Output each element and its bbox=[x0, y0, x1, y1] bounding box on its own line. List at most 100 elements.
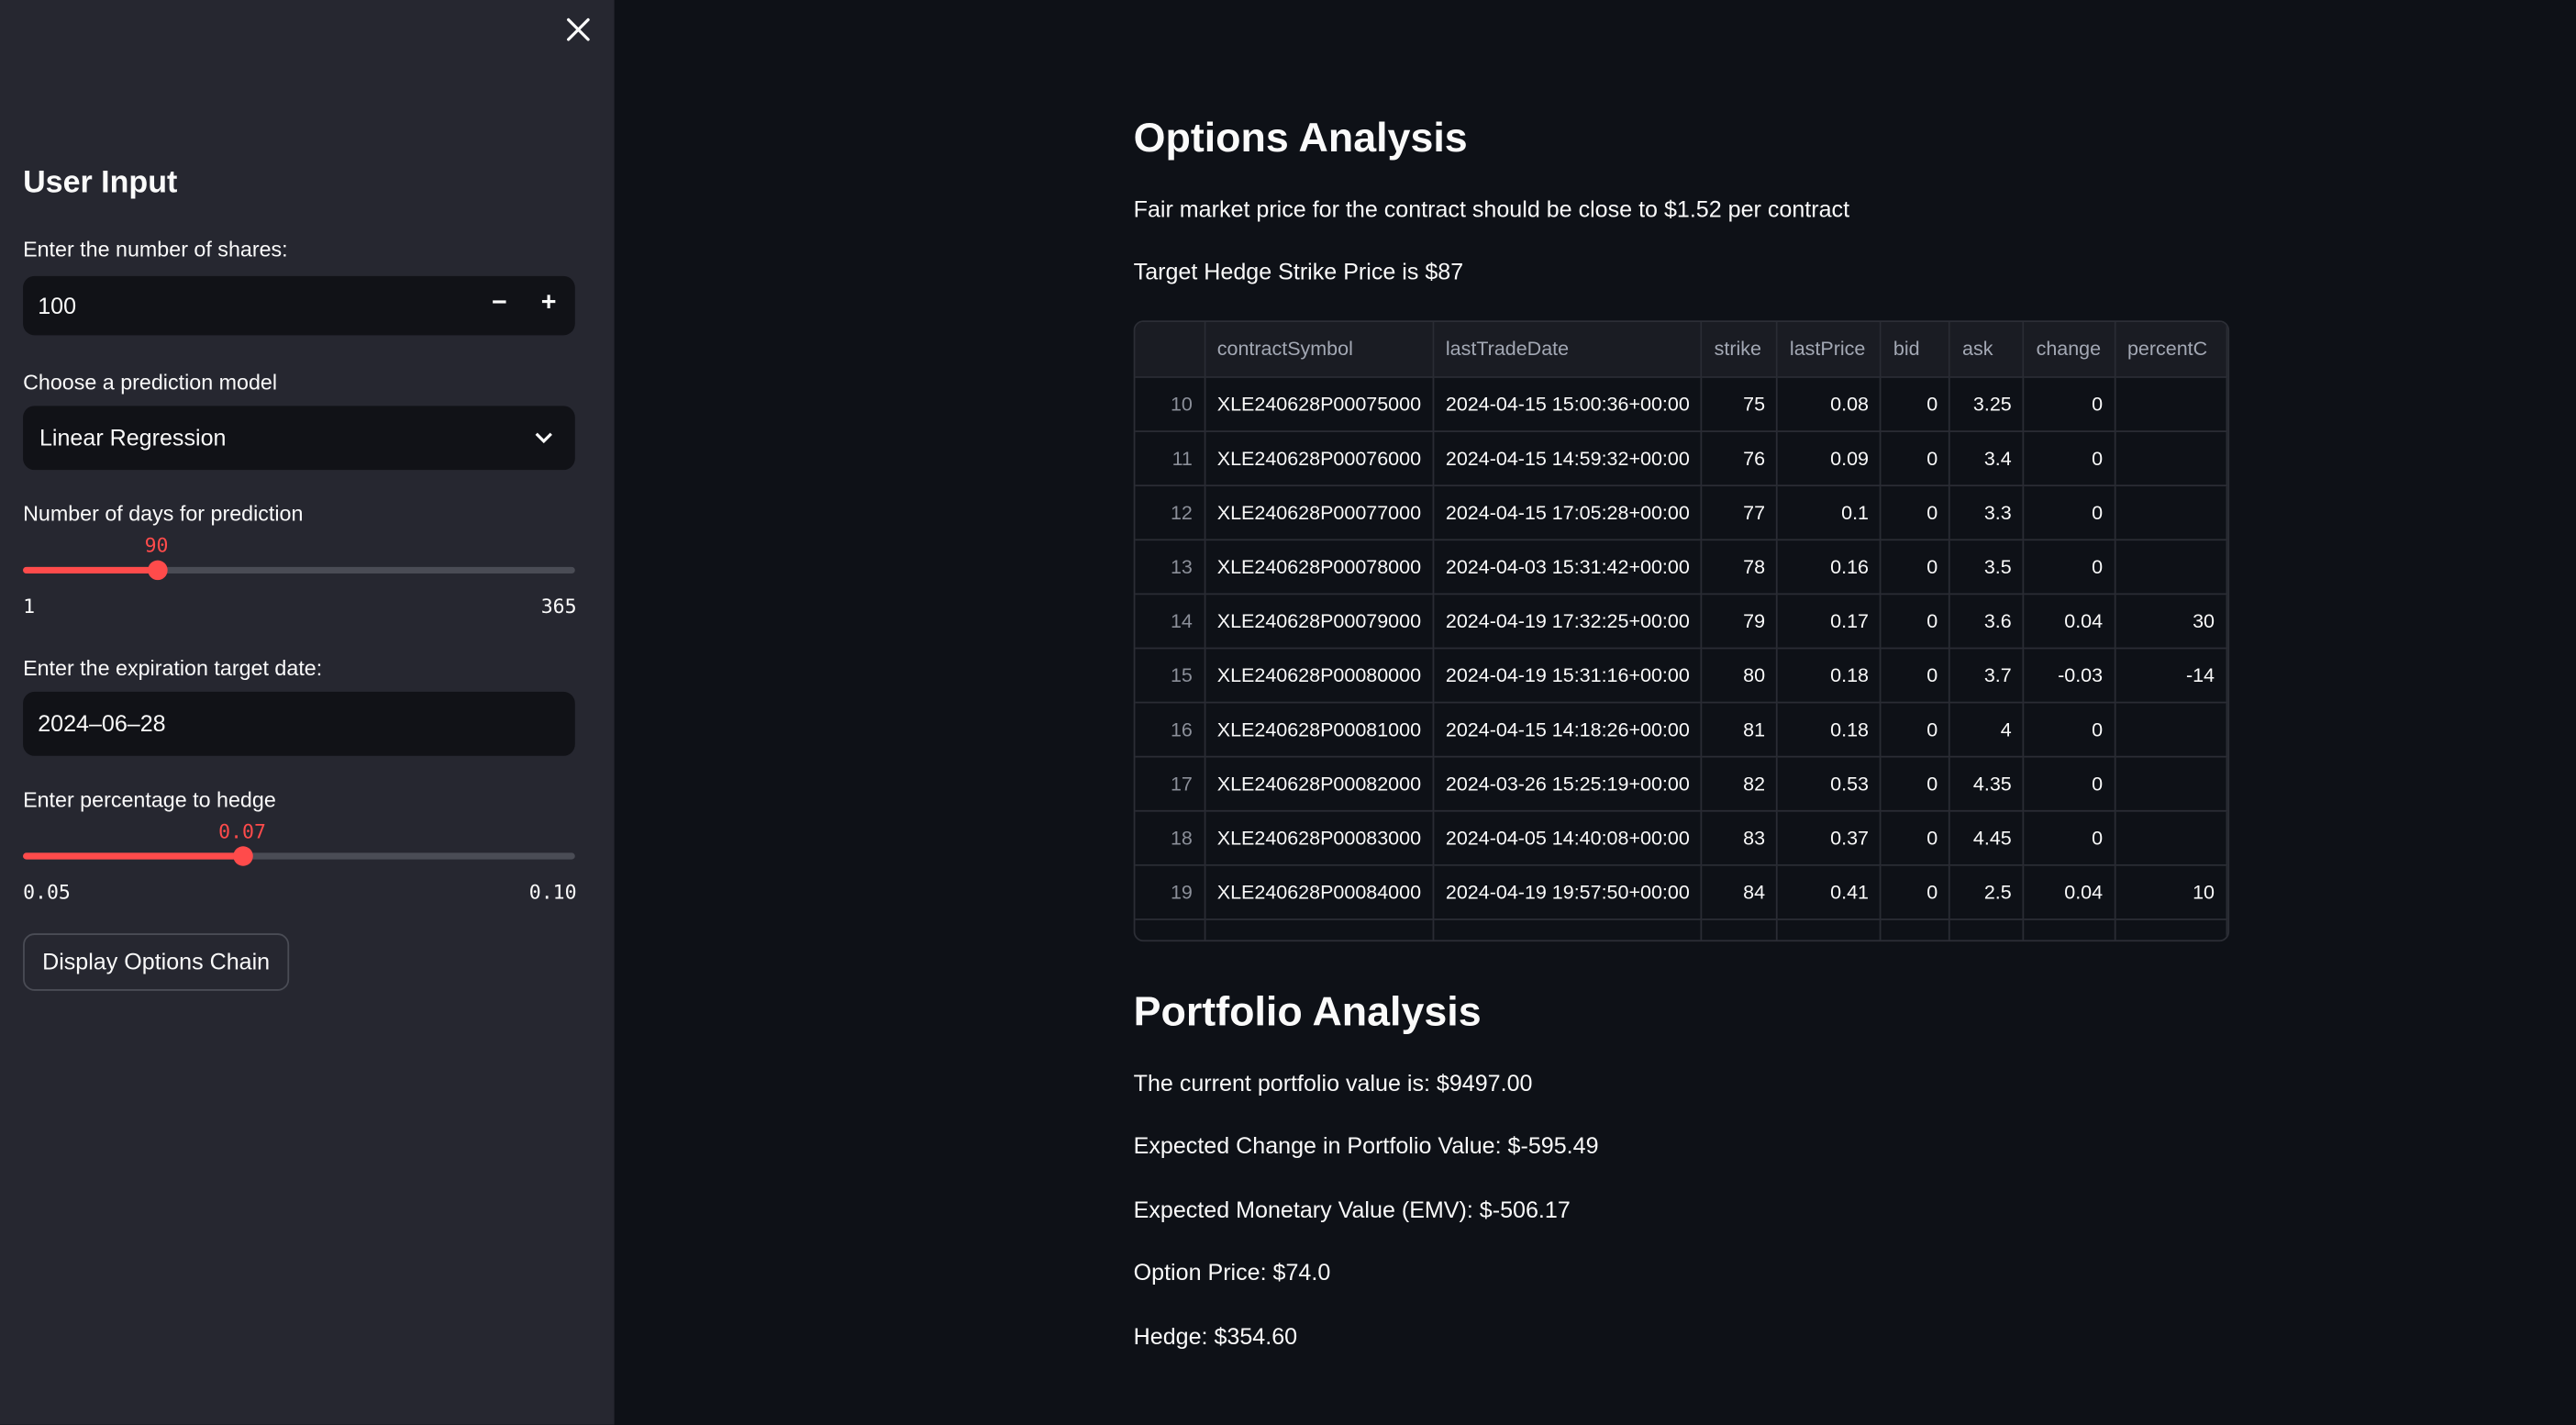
table-cell[interactable]: 0.18 bbox=[1777, 701, 1882, 757]
table-cell[interactable] bbox=[2115, 484, 2228, 540]
shares-number-input[interactable]: 100 − + bbox=[23, 275, 575, 336]
table-cell[interactable]: 30 bbox=[2115, 593, 2228, 649]
table-row[interactable]: 16 XLE240628P00081000 2024-04-15 14:18:26+… bbox=[1135, 701, 2228, 757]
table-cell[interactable]: 0 bbox=[1881, 755, 1951, 811]
table-cell[interactable]: 0.04 bbox=[2024, 593, 2116, 649]
table-cell[interactable]: 3.6 bbox=[1949, 593, 2026, 649]
row-index[interactable]: 13 bbox=[1135, 539, 1206, 595]
table-cell[interactable]: XLE240628P00084000 bbox=[1205, 863, 1435, 919]
table-cell[interactable]: 0.53 bbox=[1777, 755, 1882, 811]
options-chain-table[interactable]: contractSymbol lastTradeDate strike lastPri… bbox=[1133, 320, 2230, 942]
column-header[interactable]: strike bbox=[1702, 321, 1779, 377]
table-cell[interactable]: 0 bbox=[2024, 755, 2116, 811]
table-cell[interactable]: 0.04 bbox=[2024, 863, 2116, 919]
column-header[interactable]: bid bbox=[1881, 321, 1951, 377]
table-cell[interactable]: 0.1 bbox=[1777, 484, 1882, 540]
table-cell[interactable]: 0 bbox=[1881, 809, 1951, 865]
table-cell[interactable]: 0 bbox=[2024, 376, 2116, 432]
table-cell[interactable]: XLE240628P00078000 bbox=[1205, 539, 1435, 595]
table-cell[interactable]: 3.7 bbox=[1949, 647, 2026, 703]
table-row[interactable]: 18 XLE240628P00083000 2024-04-05 14:40:08+… bbox=[1135, 809, 2228, 865]
table-row[interactable]: 11 XLE240628P00076000 2024-04-15 14:59:32+… bbox=[1135, 430, 2228, 486]
hedge-slider-thumb[interactable] bbox=[233, 846, 254, 866]
table-cell[interactable] bbox=[2115, 376, 2228, 432]
table-cell[interactable]: 3.5 bbox=[1949, 539, 2026, 595]
row-index[interactable]: 10 bbox=[1135, 376, 1206, 432]
table-cell[interactable]: 0.09 bbox=[1777, 430, 1882, 486]
table-cell[interactable]: 3.25 bbox=[1949, 376, 2026, 432]
table-cell[interactable]: -14 bbox=[2115, 647, 2228, 703]
table-cell[interactable]: 2024-04-19 17:32:25+00:00 bbox=[1433, 593, 1704, 649]
table-row[interactable]: 14 XLE240628P00079000 2024-04-19 17:32:25+… bbox=[1135, 593, 2228, 649]
table-cell[interactable]: 2024-04-15 15:00:36+00:00 bbox=[1433, 376, 1704, 432]
table-cell[interactable]: 2024-04-03 15:31:42+00:00 bbox=[1433, 539, 1704, 595]
days-slider-thumb[interactable] bbox=[148, 560, 169, 581]
shares-value[interactable]: 100 bbox=[38, 293, 76, 319]
table-cell[interactable]: 78 bbox=[1702, 539, 1779, 595]
table-cell[interactable] bbox=[2115, 701, 2228, 757]
table-cell[interactable] bbox=[2115, 539, 2228, 595]
row-index[interactable]: 12 bbox=[1135, 484, 1206, 540]
table-cell[interactable]: XLE240628P00079000 bbox=[1205, 593, 1435, 649]
date-input[interactable]: 2024–06–28 bbox=[23, 691, 575, 756]
table-cell[interactable]: 0 bbox=[1881, 539, 1951, 595]
row-index[interactable]: 19 bbox=[1135, 863, 1206, 919]
row-index[interactable]: 11 bbox=[1135, 430, 1206, 486]
table-row[interactable]: 13 XLE240628P00078000 2024-04-03 15:31:42+… bbox=[1135, 539, 2228, 595]
hedge-slider[interactable] bbox=[23, 846, 575, 866]
table-row[interactable]: 15 XLE240628P00080000 2024-04-19 15:31:16+… bbox=[1135, 647, 2228, 703]
table-cell[interactable]: 0 bbox=[1881, 863, 1951, 919]
table-cell[interactable]: 2024-04-19 19:57:50+00:00 bbox=[1433, 863, 1704, 919]
days-slider[interactable] bbox=[23, 560, 575, 581]
table-cell[interactable]: 4.45 bbox=[1949, 809, 2026, 865]
table-cell[interactable] bbox=[2115, 809, 2228, 865]
table-row[interactable]: 17 XLE240628P00082000 2024-03-26 15:25:19+… bbox=[1135, 755, 2228, 811]
table-cell[interactable]: -0.03 bbox=[2024, 647, 2116, 703]
column-header[interactable]: change bbox=[2024, 321, 2116, 377]
table-cell[interactable]: XLE240628P00075000 bbox=[1205, 376, 1435, 432]
row-index[interactable]: 18 bbox=[1135, 809, 1206, 865]
close-sidebar-button[interactable] bbox=[563, 15, 593, 44]
table-cell[interactable]: 0.08 bbox=[1777, 376, 1882, 432]
column-header[interactable]: lastTradeDate bbox=[1433, 321, 1704, 377]
date-value[interactable]: 2024–06–28 bbox=[38, 710, 165, 737]
table-cell[interactable]: 0 bbox=[1881, 376, 1951, 432]
table-cell[interactable]: 82 bbox=[1702, 755, 1779, 811]
column-header[interactable]: ask bbox=[1949, 321, 2026, 377]
increment-button[interactable]: + bbox=[524, 276, 573, 335]
table-cell[interactable]: 83 bbox=[1702, 809, 1779, 865]
table-cell[interactable]: 2024-04-15 14:59:32+00:00 bbox=[1433, 430, 1704, 486]
table-cell[interactable]: 10 bbox=[2115, 863, 2228, 919]
row-index[interactable]: 16 bbox=[1135, 701, 1206, 757]
table-cell[interactable]: 3.4 bbox=[1949, 430, 2026, 486]
display-options-chain-button[interactable]: Display Options Chain bbox=[23, 933, 290, 991]
table-cell[interactable]: 0 bbox=[2024, 701, 2116, 757]
table-row[interactable]: 12 XLE240628P00077000 2024-04-15 17:05:28+… bbox=[1135, 484, 2228, 540]
table-cell[interactable] bbox=[2115, 430, 2228, 486]
table-cell[interactable]: 4 bbox=[1949, 701, 2026, 757]
table-row[interactable]: 10 XLE240628P00075000 2024-04-15 15:00:36+… bbox=[1135, 376, 2228, 432]
table-cell[interactable]: 4.35 bbox=[1949, 755, 2026, 811]
column-header[interactable]: percentC bbox=[2115, 321, 2228, 377]
table-cell[interactable]: 2024-04-19 15:31:16+00:00 bbox=[1433, 647, 1704, 703]
table-cell[interactable]: 2.5 bbox=[1949, 863, 2026, 919]
row-index[interactable]: 15 bbox=[1135, 647, 1206, 703]
table-cell[interactable]: 79 bbox=[1702, 593, 1779, 649]
table-cell[interactable]: 0.37 bbox=[1777, 809, 1882, 865]
table-cell[interactable]: 2024-03-26 15:25:19+00:00 bbox=[1433, 755, 1704, 811]
table-cell[interactable]: 77 bbox=[1702, 484, 1779, 540]
table-cell[interactable]: 76 bbox=[1702, 430, 1779, 486]
table-cell[interactable]: 0 bbox=[2024, 484, 2116, 540]
table-cell[interactable]: 2024-04-05 14:40:08+00:00 bbox=[1433, 809, 1704, 865]
table-cell[interactable]: 0 bbox=[2024, 809, 2116, 865]
table-cell[interactable]: 0 bbox=[2024, 430, 2116, 486]
row-index[interactable]: 17 bbox=[1135, 755, 1206, 811]
table-cell[interactable]: 84 bbox=[1702, 863, 1779, 919]
table-cell[interactable]: XLE240628P00081000 bbox=[1205, 701, 1435, 757]
table-cell[interactable]: 75 bbox=[1702, 376, 1779, 432]
table-row[interactable]: 19 XLE240628P00084000 2024-04-19 19:57:50+… bbox=[1135, 863, 2228, 919]
table-cell[interactable]: 2024-04-15 14:18:26+00:00 bbox=[1433, 701, 1704, 757]
table-cell[interactable]: 0 bbox=[1881, 430, 1951, 486]
table-cell[interactable]: 0 bbox=[1881, 701, 1951, 757]
column-header[interactable] bbox=[1135, 321, 1206, 377]
